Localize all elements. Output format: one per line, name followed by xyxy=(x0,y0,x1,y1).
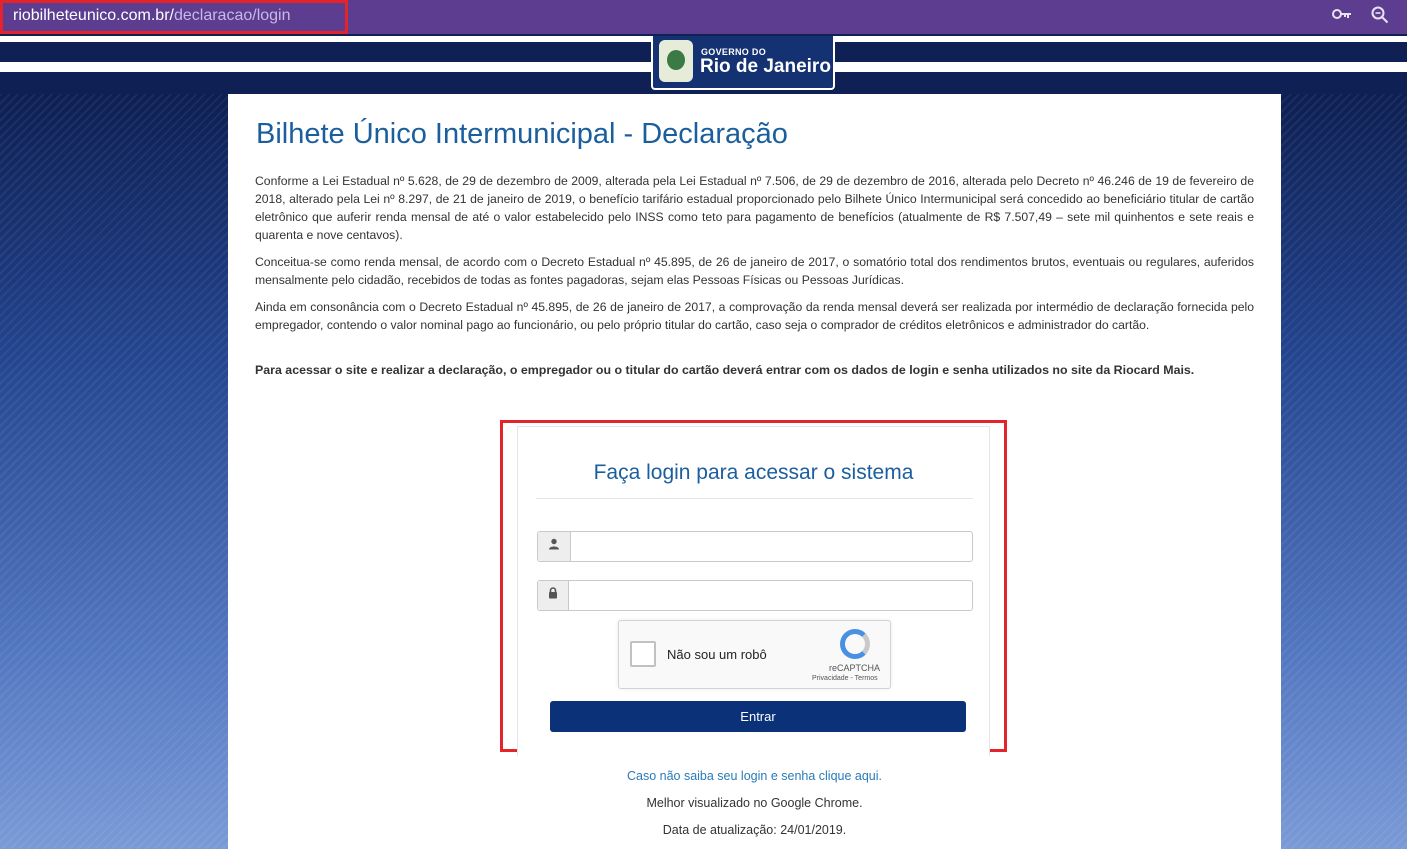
login-divider xyxy=(536,498,973,499)
recaptcha-links[interactable]: Privacidade - Termos xyxy=(812,675,878,682)
username-input[interactable] xyxy=(572,532,972,561)
browser-recommendation: Melhor visualizado no Google Chrome. xyxy=(646,796,863,810)
main-content: Bilhete Único Intermunicipal - Declaraçã… xyxy=(228,94,1281,849)
recaptcha-label: Não sou um robô xyxy=(667,647,767,662)
paragraph-access-note: Para acessar o site e realizar a declara… xyxy=(255,363,1195,377)
government-logo[interactable]: GOVERNO DO Rio de Janeiro xyxy=(651,36,835,90)
recaptcha-checkbox[interactable] xyxy=(630,641,656,667)
username-group xyxy=(537,531,973,562)
state-seal-icon xyxy=(659,40,693,82)
user-icon xyxy=(538,532,571,561)
paragraph-law: Conforme a Lei Estadual nº 5.628, de 29 … xyxy=(255,174,1254,242)
password-input[interactable] xyxy=(570,581,972,610)
recaptcha-logo-icon xyxy=(840,629,870,659)
url-path: declaracao/login xyxy=(173,7,291,24)
url-domain: riobilheteunico.com.br/ xyxy=(13,7,174,24)
forgot-login-link[interactable]: Caso não saiba seu login e senha clique … xyxy=(228,769,1281,783)
login-submit-button[interactable]: Entrar xyxy=(550,701,966,732)
recaptcha-widget: Não sou um robô reCAPTCHA Privacidade - … xyxy=(618,620,891,689)
logo-title: Rio de Janeiro xyxy=(700,56,831,77)
url-text[interactable]: riobilheteunico.com.br/declaracao/login xyxy=(13,7,291,25)
login-title: Faça login para acessar o sistema xyxy=(593,461,914,484)
lock-icon xyxy=(538,581,569,610)
background-pattern-right xyxy=(1281,94,1407,849)
page-title: Bilhete Único Intermunicipal - Declaraçã… xyxy=(256,118,788,150)
update-date: Data de atualização: 24/01/2019. xyxy=(662,823,847,837)
zoom-icon[interactable] xyxy=(1369,6,1391,28)
recaptcha-brand: reCAPTCHA xyxy=(829,663,881,673)
background-pattern-left xyxy=(0,94,228,849)
browser-address-bar[interactable]: riobilheteunico.com.br/declaracao/login xyxy=(0,0,1407,34)
paragraph-income-definition: Conceitua-se como renda mensal, de acord… xyxy=(255,255,1254,287)
password-group xyxy=(537,580,973,611)
paragraph-proof: Ainda em consonância com o Decreto Estad… xyxy=(255,300,1254,332)
key-icon[interactable] xyxy=(1331,6,1353,28)
